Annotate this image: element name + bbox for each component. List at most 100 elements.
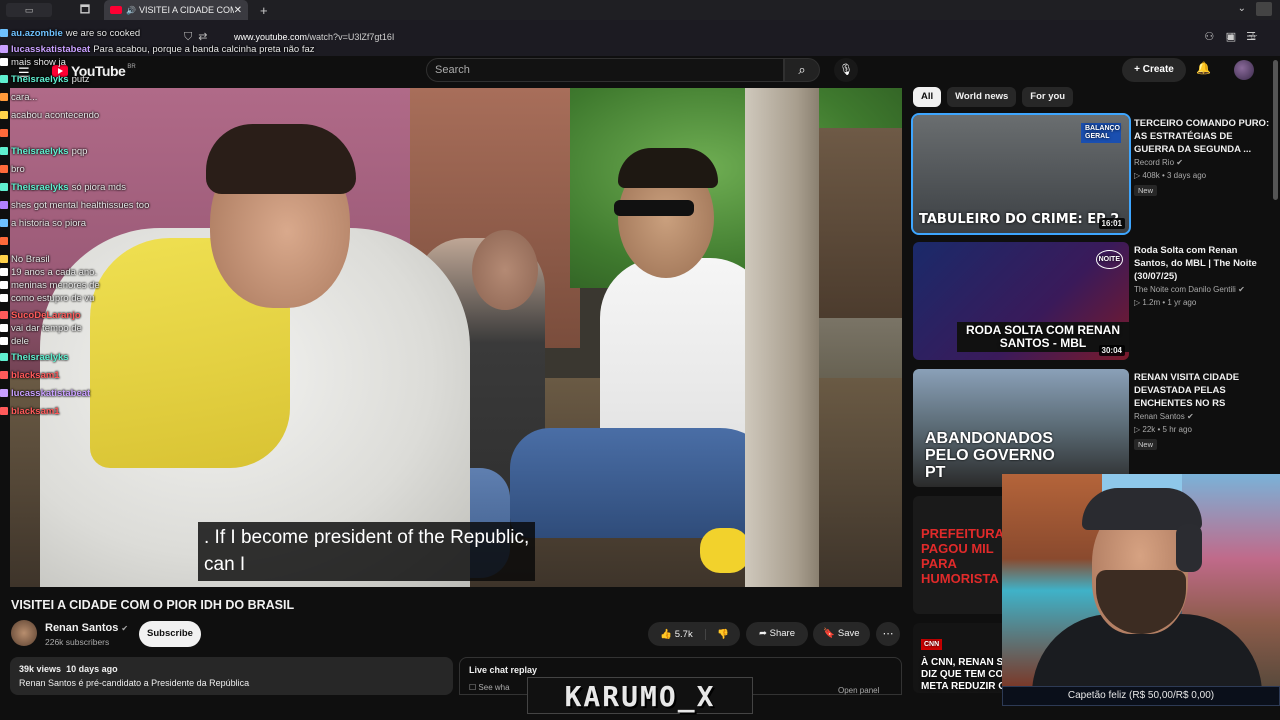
chip-for-you[interactable]: For you (1022, 87, 1074, 107)
recommendation-item[interactable]: ABANDONADOS PELO GOVERNO PT RENAN VISITA… (913, 369, 1273, 489)
browser-tab-bar: ▭ 🗖 🔊 VISITEI A CIDADE COM O PI ✕ + ⌄ (0, 0, 1280, 20)
video-scene-woman-head (472, 230, 538, 310)
thumbnail-tag: BALANÇO GERAL (1081, 123, 1121, 143)
video-subtitle: . If I become president of the Republic,… (198, 522, 536, 581)
microphone-icon[interactable]: 🎙 (834, 58, 858, 82)
chat-badge-icon (0, 337, 8, 345)
chat-message: dele (0, 336, 29, 347)
chat-message: au.azombie we are so cooked (0, 28, 140, 39)
upload-age: 10 days ago (66, 664, 118, 674)
sidebar-toggle-button[interactable]: ▭ (6, 3, 52, 17)
create-label: Create (1142, 64, 1174, 75)
streamer-watermark: KARUMO_X (527, 677, 753, 714)
notifications-bell-icon[interactable]: 🔔 (1196, 61, 1211, 75)
channel-name[interactable]: Renan Santos ✔ (45, 622, 128, 634)
chat-badge-icon (0, 147, 8, 155)
verified-icon: ✔ (1176, 158, 1183, 167)
thumbnail-text: À CNN, RENAN S DIZ QUE TEM CO META REDUZ… (921, 657, 1006, 692)
new-tab-button[interactable]: + (260, 3, 268, 18)
video-thumbnail[interactable]: ABANDONADOS PELO GOVERNO PT (913, 369, 1129, 487)
extensions-icons[interactable]: ⚇⧉☰ (1204, 30, 1268, 44)
youtube-favicon-icon (110, 6, 122, 14)
chat-message: Theisraelyks só piora mds (0, 182, 126, 193)
chat-text: vai dar tempo de (11, 323, 82, 334)
tab-overview-icon[interactable]: 🗖 (74, 1, 96, 20)
chip-world-news[interactable]: World news (947, 87, 1017, 107)
video-title: VISITEI A CIDADE COM O PIOR IDH DO BRASI… (11, 598, 295, 612)
like-button[interactable]: 👍 5.7k (648, 628, 706, 640)
channel-text: Renan Santos (1134, 412, 1185, 421)
live-chat-title: Live chat replay (469, 665, 538, 675)
open-panel-button[interactable]: Open panel (838, 686, 879, 695)
video-scene-man2-hair (618, 148, 718, 188)
chat-message: blacksam1 (0, 406, 63, 417)
speaker-icon[interactable]: 🔊 (126, 6, 136, 15)
chat-badge-icon (0, 58, 8, 66)
chat-username: Theisraelyks (11, 146, 69, 157)
new-badge: New (1134, 439, 1158, 450)
chat-text: shes got mental healthissues too (11, 200, 150, 211)
channel-text: Record Rio (1134, 158, 1175, 167)
chat-text: dele (11, 336, 29, 347)
share-button[interactable]: ➦ Share (746, 622, 808, 646)
chat-message: blacksam1 (0, 370, 63, 381)
subscriber-count: 226k subscribers (45, 637, 110, 647)
search-input[interactable]: Search (426, 58, 784, 82)
chat-message: como estupro de vu (0, 293, 94, 304)
chat-username: Theisraelyks (11, 74, 69, 85)
stream-chat-overlay: au.azombie we are so cooked lucasskatistab… (0, 28, 380, 428)
tab-close-icon[interactable]: ✕ (234, 5, 242, 16)
recommendation-title[interactable]: TERCEIRO COMANDO PURO: AS ESTRATÉGIAS DE… (1134, 117, 1274, 156)
chat-badge-icon (0, 75, 8, 83)
video-thumbnail[interactable]: BALANÇO GERAL TABULEIRO DO CRIME: EP 2 1… (911, 113, 1131, 235)
chat-text: bro (11, 164, 25, 175)
account-avatar[interactable] (1234, 60, 1254, 80)
search-icon[interactable]: ⌕ (784, 58, 820, 82)
age-text: 3 days ago (1166, 171, 1207, 180)
recommendation-channel: Record Rio ✔ (1134, 157, 1183, 169)
save-button[interactable]: 🔖 Save (813, 622, 870, 646)
filter-chips: All World news For you (913, 87, 1074, 107)
chat-badge-icon (0, 371, 8, 379)
live-chat-line-text: See wha (478, 683, 510, 692)
new-badge: New (1134, 185, 1158, 196)
recommendation-item[interactable]: BALANÇO GERAL TABULEIRO DO CRIME: EP 2 1… (911, 113, 1274, 235)
channel-name-text: Renan Santos (45, 622, 119, 634)
chat-message: Theisraelyks putz (0, 74, 90, 85)
create-button[interactable]: + Create (1122, 58, 1186, 82)
chat-message: bro (0, 164, 25, 175)
chat-text: cara... (11, 92, 38, 103)
recommendation-stats: ▷ 408k • 3 days ago (1134, 171, 1207, 180)
page-scrollbar[interactable] (1273, 60, 1278, 200)
video-thumbnail[interactable]: NOITE RODA SOLTA COM RENAN SANTOS - MBL … (913, 242, 1129, 360)
chat-username: au.azombie (11, 28, 63, 39)
subtitle-line-1: . If I become president of the Republic, (204, 527, 530, 548)
recommendation-channel: The Noite com Danilo Gentili ✔ (1134, 284, 1245, 296)
verified-icon: ✔ (1186, 412, 1194, 421)
webcam-headphones (1176, 524, 1202, 572)
view-count: 39k views (19, 664, 62, 674)
thumbnail-text: TABULEIRO DO CRIME: EP 2 (919, 212, 1120, 227)
checkbox-icon[interactable]: ☐ (469, 683, 476, 692)
chat-badge-icon (0, 45, 8, 53)
more-actions-icon[interactable]: ⋯ (876, 622, 900, 646)
chat-message: lucasskatistabeat Para acabou, porque a b… (0, 44, 315, 55)
recommendation-item[interactable]: NOITE RODA SOLTA COM RENAN SANTOS - MBL … (913, 242, 1273, 362)
subscribe-button[interactable]: Subscribe (139, 621, 201, 647)
tab-list-chevron-icon[interactable]: ⌄ (1238, 3, 1246, 14)
chat-badge-icon (0, 255, 8, 263)
description-box[interactable]: 39k views 10 days ago Renan Santos é pré… (10, 657, 453, 695)
channel-avatar[interactable] (11, 620, 37, 646)
window-control-button[interactable] (1256, 2, 1272, 16)
recommendation-title[interactable]: Roda Solta com Renan Santos, do MBL | Th… (1134, 244, 1274, 283)
browser-tab-active[interactable]: 🔊 VISITEI A CIDADE COM O PI ✕ (104, 0, 248, 20)
chat-text: mais show ja (11, 57, 66, 68)
chip-all[interactable]: All (913, 87, 942, 107)
chat-message: No Brasil (0, 254, 50, 265)
chat-text: só piora mds (71, 182, 126, 193)
dislike-button[interactable]: 👎 (706, 629, 740, 640)
recommendation-title[interactable]: RENAN VISITA CIDADE DEVASTADA PELAS ENCH… (1134, 371, 1274, 410)
share-label: Share (769, 628, 795, 639)
chat-username: Theisraelyks (11, 182, 69, 193)
share-icon: ➦ (759, 628, 767, 639)
